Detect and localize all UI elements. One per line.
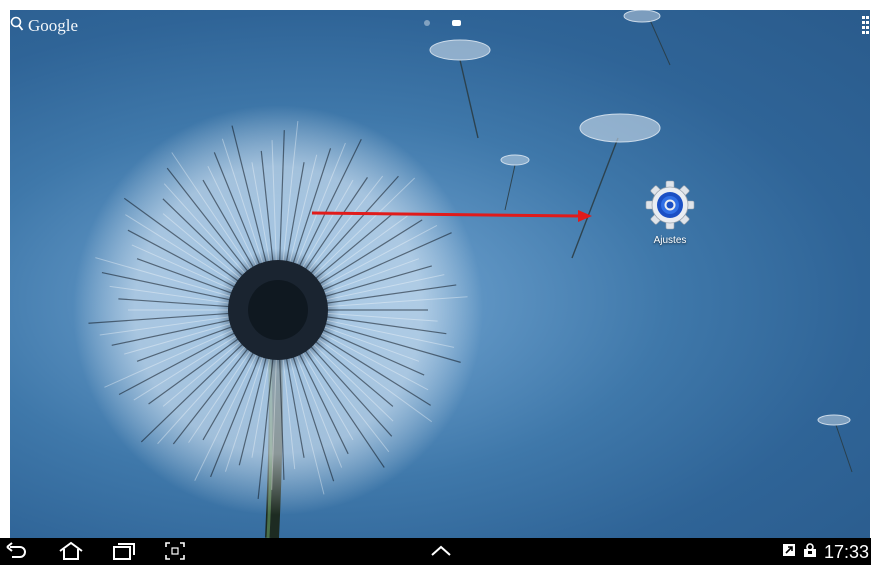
page-indicator-1[interactable] (424, 20, 430, 26)
google-search-label: Google (28, 16, 79, 35)
notification-icon (782, 543, 796, 562)
status-clock: 17:33 (823, 541, 869, 562)
page-indicator-2[interactable] (452, 20, 461, 26)
page-indicators (424, 20, 461, 26)
search-icon (10, 16, 24, 37)
usb-connected-icon (802, 542, 818, 563)
mini-apps-tray-icon (431, 545, 451, 556)
home-icon (59, 541, 83, 560)
home-button[interactable] (58, 541, 84, 566)
recent-apps-icon (113, 543, 135, 560)
screenshot-icon (165, 542, 185, 560)
status-area[interactable]: 17:33 (782, 540, 869, 564)
back-icon (6, 542, 26, 558)
settings-app-label: Ajustes (653, 235, 687, 246)
settings-gear-icon (645, 180, 695, 230)
home-screen: Google Ajustes (10, 10, 870, 538)
apps-grid-icon (862, 16, 869, 34)
google-search-bar[interactable]: Google (10, 14, 78, 38)
back-button[interactable] (6, 541, 28, 566)
apps-grid-button[interactable] (862, 16, 870, 38)
system-nav-bar: 17:33 (0, 538, 871, 565)
settings-app-shortcut[interactable]: Ajustes (642, 180, 698, 246)
mini-apps-tray-button[interactable] (428, 541, 454, 566)
screenshot-button[interactable] (164, 541, 186, 566)
recent-apps-button[interactable] (112, 541, 136, 566)
dandelion-wallpaper (73, 10, 853, 538)
